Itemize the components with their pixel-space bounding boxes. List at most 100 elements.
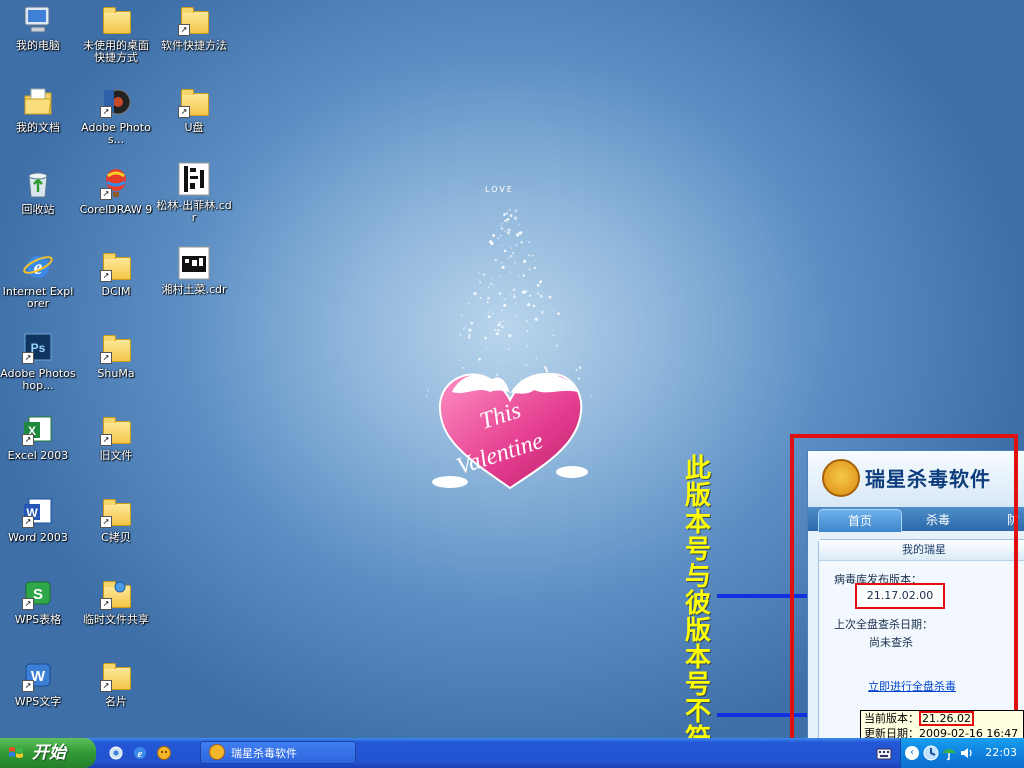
desktop-icon-software-shortcuts[interactable]: ↗ 软件快捷方法 [156, 4, 232, 52]
tooltip-line-update: 更新日期：2009-02-16 16:47 [864, 726, 1023, 738]
update-date-value: 2009-02-16 16:47 [919, 727, 1019, 738]
cdr-file-thumbnail-icon [178, 162, 210, 196]
desktop-icon-wps-spreadsheet[interactable]: S ↗ WPS表格 [0, 578, 76, 626]
icon-label: ShuMa [97, 367, 135, 380]
desktop-icon-my-computer[interactable]: 我的电脑 [0, 4, 76, 52]
sparkle [461, 314, 463, 317]
cdr-file-thumbnail-icon [178, 246, 210, 280]
shortcut-arrow-icon: ↗ [22, 434, 34, 446]
annotation-red-frame [790, 434, 1018, 738]
icon-label: C拷贝 [101, 531, 131, 544]
shortcut-arrow-icon: ↗ [100, 270, 112, 282]
folder-icon: ↗ [178, 4, 210, 36]
desktop-icon-usb-disk[interactable]: ↗ U盘 [156, 86, 232, 134]
shortcut-arrow-icon: ↗ [22, 598, 34, 610]
icon-label: Adobe Photos... [81, 121, 151, 146]
icon-label: 软件快捷方法 [161, 39, 227, 52]
sparkle [484, 336, 487, 340]
sparkle [464, 327, 467, 329]
desktop-icon-business-cards[interactable]: ↗ 名片 [78, 660, 154, 708]
desktop-icon-unused-shortcuts[interactable]: 未使用的桌面快捷方式 [78, 4, 154, 64]
sparkle [487, 285, 490, 288]
shortcut-arrow-icon: ↗ [100, 434, 112, 446]
icon-label: WPS文字 [14, 695, 62, 708]
desktop-icon-xiangcun-cdr[interactable]: 湘村土菜.cdr [156, 246, 232, 296]
shortcut-arrow-icon: ↗ [22, 516, 34, 528]
sparkle [514, 302, 517, 304]
annotation-callout-text: 此版本号与彼版本号不符 [684, 454, 711, 739]
sparkle [486, 347, 488, 349]
start-button[interactable]: 开始 [0, 738, 96, 768]
desktop-icon-my-documents[interactable]: 我的文档 [0, 86, 76, 134]
volume-tray-icon[interactable] [959, 745, 975, 761]
desktop-icon-excel[interactable]: X ↗ Excel 2003 [0, 414, 76, 462]
icon-label: DCIM [101, 285, 131, 298]
sparkle [496, 332, 499, 336]
sparkle [427, 389, 430, 392]
sparkle [494, 328, 497, 331]
taskbar-task-rising[interactable]: 瑞星杀毒软件 [200, 741, 356, 764]
desktop-icon-recycle-bin[interactable]: 回收站 [0, 168, 76, 216]
desktop-icon-word[interactable]: W ↗ Word 2003 [0, 496, 76, 544]
keyboard-icon[interactable] [876, 747, 892, 761]
rising-quicklaunch-icon[interactable] [156, 745, 172, 761]
sparkle [487, 311, 490, 313]
sparkle [508, 208, 511, 212]
desktop-icon-coreldraw[interactable]: ↗ CorelDRAW 9 [78, 168, 154, 216]
sparkle [528, 254, 531, 257]
sparkle [528, 241, 531, 244]
desktop-icon-shuma[interactable]: ↗ ShuMa [78, 332, 154, 380]
sparkle [499, 234, 502, 237]
rising-monitor-tray-icon[interactable] [923, 745, 939, 761]
internet-explorer-quicklaunch-icon[interactable]: e [132, 745, 148, 761]
taskbar: 开始 e 瑞星杀毒软件 ‹ 22:03 [0, 738, 1024, 768]
icon-label: 我的电脑 [16, 39, 60, 52]
sparkle [499, 321, 502, 323]
excel-icon: X ↗ [22, 414, 54, 446]
desktop-icon-photoshop[interactable]: Ps ↗ Adobe Photoshop... [0, 332, 76, 392]
desktop-icon-old-files[interactable]: ↗ 旧文件 [78, 414, 154, 462]
desktop-icon-adobe-photos[interactable]: ↗ Adobe Photos... [78, 86, 154, 146]
sparkle [496, 325, 498, 327]
shortcut-arrow-icon: ↗ [22, 352, 34, 364]
desktop-icon-dcim[interactable]: ↗ DCIM [78, 250, 154, 298]
icon-label: Excel 2003 [7, 449, 69, 462]
icon-label: 未使用的桌面快捷方式 [83, 39, 149, 64]
sparkle [515, 244, 518, 246]
sparkle [503, 249, 507, 253]
sparkle [531, 254, 534, 257]
start-label: 开始 [32, 743, 66, 763]
sparkle [533, 266, 537, 270]
desktop-icon-internet-explorer[interactable]: e Internet Explorer [0, 250, 76, 310]
sparkle [529, 294, 532, 297]
folder-icon: ↗ [100, 250, 132, 282]
sparkle [510, 271, 512, 273]
icon-label: 名片 [105, 695, 127, 708]
sparkle [526, 330, 529, 332]
tooltip-line-current: 当前版本： 21.26.02 [864, 711, 1023, 726]
wallpaper-valentine-art: LOVE This Valentine [410, 180, 610, 520]
desktop-icon-wps-writer[interactable]: W ↗ WPS文字 [0, 660, 76, 708]
show-desktop-icon[interactable] [108, 745, 124, 761]
sparkle [468, 333, 471, 337]
sparkle [507, 257, 510, 259]
sparkle [500, 224, 502, 227]
heart-icon: This Valentine [432, 372, 588, 490]
clock[interactable]: 22:03 [985, 746, 1017, 759]
sparkle [508, 348, 510, 350]
sparkle [519, 231, 523, 235]
sparkle [448, 343, 451, 345]
sparkle [489, 240, 493, 244]
icon-label: U盘 [184, 121, 204, 134]
folder-icon: ↗ [100, 414, 132, 446]
desktop-icon-temp-share[interactable]: ↗ 临时文件共享 [78, 578, 154, 626]
desktop-icon-c-copy[interactable]: ↗ C拷贝 [78, 496, 154, 544]
sparkle [497, 237, 499, 240]
sparkle [507, 228, 511, 232]
sparkle [473, 291, 477, 296]
sparkle [538, 265, 541, 267]
desktop-icon-songlin-cdr[interactable]: 松林-出菲林.cdr [156, 162, 232, 224]
umbrella-tray-icon[interactable] [941, 745, 957, 761]
icon-label: 旧文件 [99, 449, 133, 462]
tray-expand-chevron-icon[interactable]: ‹ [905, 746, 919, 760]
